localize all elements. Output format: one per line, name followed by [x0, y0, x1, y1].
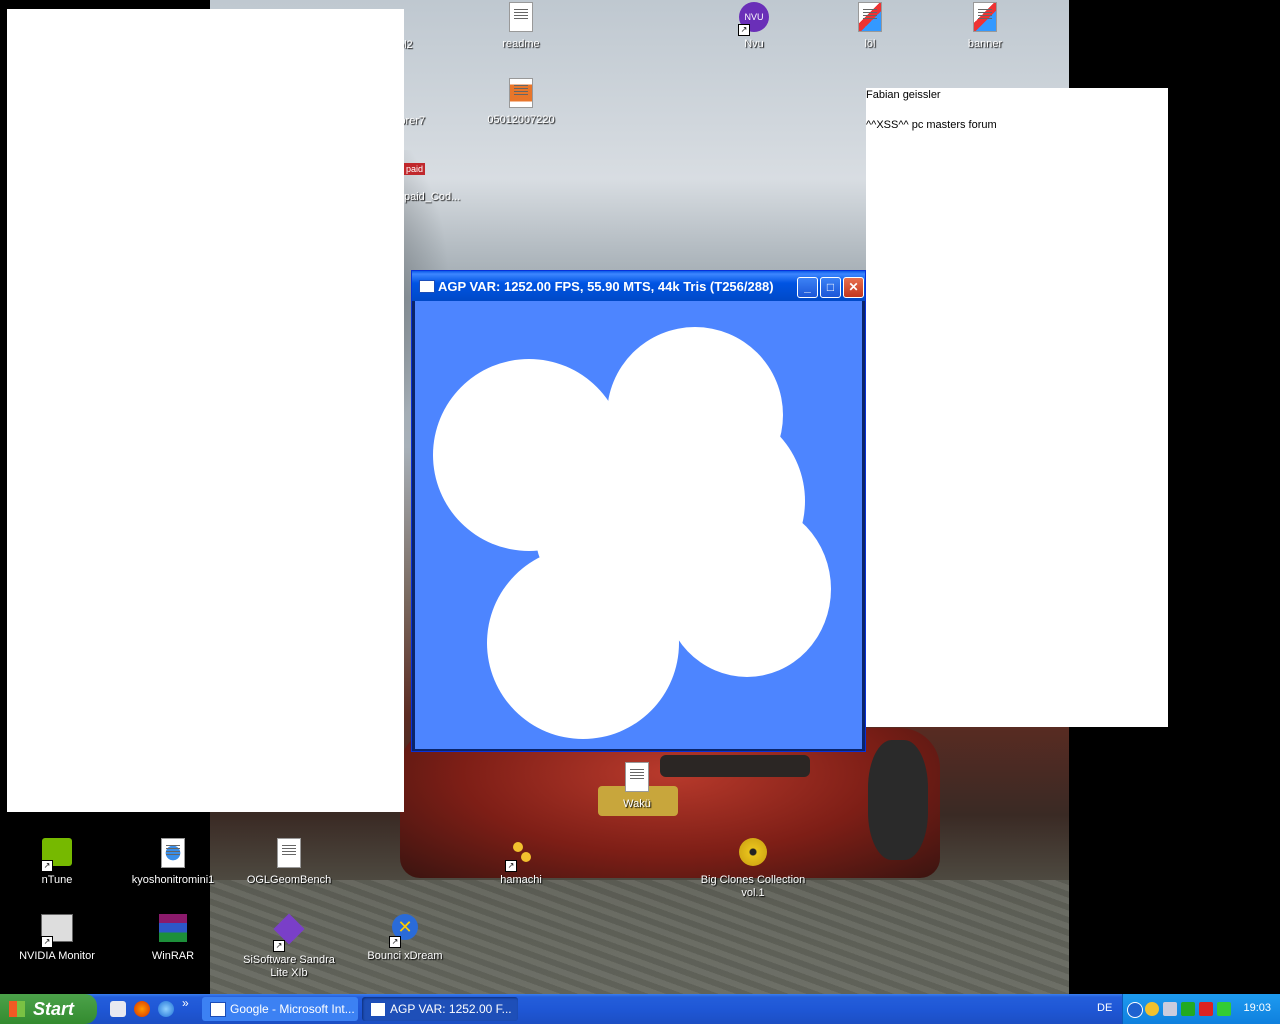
desktop-icon-label: löl — [864, 38, 876, 50]
cd-drive-icon — [737, 838, 769, 870]
tray-expand-icon[interactable] — [1127, 1002, 1143, 1018]
desktop-icon-label: 05012007220 — [487, 114, 555, 126]
image-file-icon — [505, 78, 537, 110]
desktop-icon-label: nTune — [41, 874, 73, 886]
firefox-icon[interactable] — [134, 1001, 150, 1017]
text-file-icon — [505, 2, 537, 34]
minimize-button[interactable]: _ — [797, 277, 818, 298]
overlay-text-line: ^^XSS^^ pc masters forum — [866, 119, 997, 131]
task-label: AGP VAR: 1252.00 F... — [390, 1002, 512, 1016]
desktop-icon-banner[interactable]: banner — [930, 2, 1040, 51]
text-file-icon — [621, 762, 653, 794]
blank-overlay-panel — [7, 9, 404, 812]
desktop-icon-oglgeombench[interactable]: OGLGeomBench — [234, 838, 344, 887]
ie-window-icon — [210, 1002, 226, 1017]
desktop-icon-nvu[interactable]: NVU ↗ Nvu — [699, 2, 809, 51]
maximize-button[interactable]: □ — [820, 277, 841, 298]
desktop-icon-label: SiSoftware Sandra Lite XIb — [243, 954, 335, 979]
nvu-icon: NVU ↗ — [738, 2, 770, 36]
window-system-icon[interactable] — [419, 280, 435, 293]
desktop-icon-winrar[interactable]: WinRAR — [118, 914, 228, 963]
windows-logo-icon — [9, 1001, 25, 1017]
desktop-icon-readme[interactable]: readme — [466, 2, 576, 51]
image-file-icon — [969, 2, 1001, 34]
nvidia-icon: ↗ — [41, 838, 73, 872]
desktop-icon-kyoshonitromini1[interactable]: kyoshonitromini1 — [118, 838, 228, 887]
desktop-icon-big-clones[interactable]: Big Clones Collection vol.1 — [698, 838, 808, 900]
task-button-agp-var[interactable]: AGP VAR: 1252.00 F... — [362, 997, 518, 1021]
desktop-icon-label: readme — [502, 38, 540, 50]
desktop-icon-lol[interactable]: löl — [815, 2, 925, 51]
desktop-icon-label: Wakü — [623, 798, 651, 810]
window-title: AGP VAR: 1252.00 FPS, 55.90 MTS, 44k Tri… — [438, 279, 774, 294]
desktop-icon-hamachi[interactable]: ↗ hamachi — [466, 838, 576, 887]
start-label: Start — [33, 999, 75, 1019]
partial-icon-glyph: paid — [404, 163, 426, 175]
quicklaunch-more-icon[interactable]: » — [182, 996, 189, 1010]
media-file-icon — [157, 838, 189, 870]
desktop-icon-label: OGLGeomBench — [246, 874, 332, 886]
show-desktop-icon[interactable] — [110, 1001, 126, 1017]
text-file-icon — [273, 838, 305, 870]
desktop-icon-label: Big Clones Collection vol.1 — [700, 874, 806, 899]
monitor-tray-icon[interactable] — [1181, 1002, 1195, 1016]
clock[interactable]: 19:03 — [1243, 1002, 1271, 1014]
close-button[interactable]: ✕ — [843, 277, 864, 298]
overlay-text-line: Fabian geissler — [866, 89, 941, 101]
agp-var-window[interactable]: AGP VAR: 1252.00 FPS, 55.90 MTS, 44k Tri… — [411, 270, 866, 752]
signal-icon[interactable] — [1217, 1002, 1231, 1016]
sandra-icon: ↗ — [273, 913, 305, 952]
internet-explorer-icon[interactable] — [158, 1001, 174, 1017]
language-indicator[interactable]: DE — [1097, 1002, 1112, 1014]
task-label: Google - Microsoft Int... — [230, 1002, 355, 1016]
start-button[interactable]: Start — [0, 994, 97, 1024]
app-window-icon — [370, 1002, 386, 1017]
desktop-icon-sisoftware-sandra[interactable]: ↗ SiSoftware Sandra Lite XIb — [234, 913, 344, 980]
window-titlebar[interactable]: AGP VAR: 1252.00 FPS, 55.90 MTS, 44k Tri… — [412, 271, 865, 301]
desktop-icon-label: hamachi — [500, 874, 542, 886]
desktop-icon-label: Nvu — [744, 38, 764, 50]
wallpaper-car-wheel — [868, 740, 928, 860]
desktop-icon-label: Bounci xDream — [367, 950, 443, 962]
network-icon[interactable] — [1163, 1002, 1177, 1016]
desktop-icon-label: kyoshonitromini1 — [131, 874, 215, 886]
desktop-icon-05012007220[interactable]: 05012007220 — [466, 78, 576, 127]
hamachi-tray-icon[interactable] — [1145, 1002, 1159, 1016]
task-button-ie[interactable]: Google - Microsoft Int... — [202, 997, 358, 1021]
taskbar: Start » Google - Microsoft Int... AGP VA… — [0, 994, 1280, 1024]
desktop-icon-bounci-xdream[interactable]: ✕ ↗ Bounci xDream — [350, 914, 460, 963]
desktop-icon-nvidia-monitor[interactable]: ↗ NVIDIA Monitor — [2, 914, 112, 963]
render-canvas[interactable] — [415, 301, 862, 749]
winrar-icon — [157, 914, 189, 946]
bounci-icon: ✕ ↗ — [389, 914, 421, 948]
desktop-icon-label: WinRAR — [151, 950, 195, 962]
system-tray: 19:03 — [1122, 994, 1280, 1024]
desktop-icon-waku[interactable]: Wakü — [582, 762, 692, 811]
monitor-chart-icon: ↗ — [41, 914, 73, 948]
image-file-icon — [854, 2, 886, 34]
partial-icon-label: paid_Cod... — [404, 191, 461, 203]
desktop-icon-label: NVIDIA Monitor — [19, 950, 95, 962]
render-blob — [535, 451, 695, 611]
desktop-icon-ntune[interactable]: ↗ nTune — [2, 838, 112, 887]
text-overlay-panel: Fabian geissler ^^XSS^^ pc masters forum — [866, 88, 1168, 727]
desktop-icon-label: banner — [967, 38, 1003, 50]
antivirus-icon[interactable] — [1199, 1002, 1213, 1016]
hamachi-icon: ↗ — [505, 838, 537, 872]
